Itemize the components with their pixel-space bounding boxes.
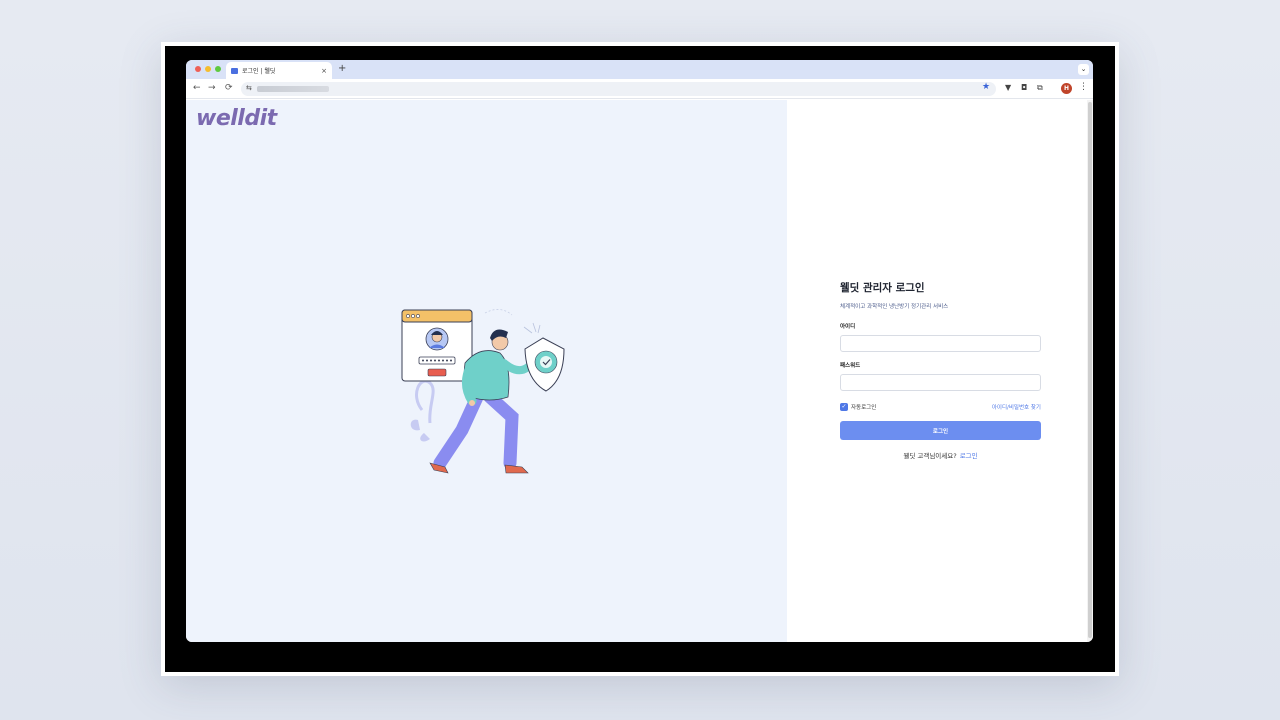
customer-login-row: 웰딧 고객님이세요? 로그인 (840, 450, 1041, 460)
extension-shield-icon[interactable]: ◘ (1021, 83, 1027, 92)
bookmark-star-icon[interactable]: ★ (982, 82, 990, 92)
profile-avatar[interactable]: H (1061, 83, 1072, 94)
find-account-link[interactable]: 아이디/비밀번호 찾기 (992, 403, 1041, 411)
hero-panel: welldit (186, 100, 787, 642)
login-panel: 웰딧 관리자 로그인 체계적이고 과학적인 냉난방기 정기관리 서비스 아이디 … (787, 100, 1087, 642)
id-label: 아이디 (840, 324, 856, 330)
close-window-icon[interactable] (195, 66, 201, 72)
favicon-icon (231, 67, 238, 74)
welldit-logo[interactable]: welldit (196, 106, 277, 131)
extension-vpn-icon[interactable]: ▼ (1005, 83, 1011, 92)
address-bar[interactable]: ⇆ (241, 82, 996, 96)
site-info-icon[interactable]: ⇆ (246, 84, 252, 92)
browser-toolbar: ← → ⟳ ⇆ ★ ▼ ◘ ⧉ H ⋮ (186, 79, 1093, 99)
browser-menu-icon[interactable]: ⋮ (1079, 82, 1088, 92)
checkbox-checked-icon[interactable]: ✓ (840, 403, 848, 411)
browser-tab-login[interactable]: 로그인 | 웰딧 × (226, 62, 332, 79)
tab-close-icon[interactable]: × (321, 67, 327, 75)
forward-button[interactable]: → (208, 83, 216, 93)
back-button[interactable]: ← (193, 83, 201, 93)
password-label: 패스워드 (840, 363, 861, 369)
scrollbar[interactable] (1087, 100, 1093, 642)
tab-search-button[interactable]: ⌄ (1078, 64, 1089, 75)
scrollbar-thumb[interactable] (1088, 102, 1092, 638)
reload-button[interactable]: ⟳ (225, 83, 233, 93)
login-button[interactable]: 로그인 (840, 421, 1041, 440)
id-input[interactable] (840, 335, 1041, 352)
login-security-illustration (401, 309, 565, 474)
page-viewport: welldit 웰딧 관리자 로그인 체계적이고 과학적인 냉난방기 정기관리 … (186, 100, 1093, 642)
auto-login-label[interactable]: 자동로그인 (851, 403, 876, 411)
browser-window: 로그인 | 웰딧 × + ⌄ ← → ⟳ ⇆ ★ ▼ ◘ ⧉ H ⋮ welld… (186, 60, 1093, 642)
new-tab-button[interactable]: + (338, 63, 346, 74)
auto-login-toggle[interactable]: ✓ 자동로그인 (840, 403, 876, 411)
extensions-puzzle-icon[interactable]: ⧉ (1037, 83, 1043, 93)
tab-title: 로그인 | 웰딧 (242, 68, 276, 75)
page-title: 웰딧 관리자 로그인 (840, 282, 925, 294)
login-form: 웰딧 관리자 로그인 체계적이고 과학적인 냉난방기 정기관리 서비스 아이디 … (840, 280, 1041, 460)
tab-strip: 로그인 | 웰딧 × + ⌄ (186, 60, 1093, 79)
maximize-window-icon[interactable] (215, 66, 221, 72)
window-controls (195, 66, 221, 72)
page-subtitle: 체계적이고 과학적인 냉난방기 정기관리 서비스 (840, 304, 949, 310)
password-input[interactable] (840, 374, 1041, 391)
minimize-window-icon[interactable] (205, 66, 211, 72)
customer-question: 웰딧 고객님이세요? (903, 452, 957, 460)
customer-login-link[interactable]: 로그인 (960, 452, 978, 460)
options-row: ✓ 자동로그인 아이디/비밀번호 찾기 (840, 403, 1041, 411)
url-blurred (257, 86, 329, 92)
